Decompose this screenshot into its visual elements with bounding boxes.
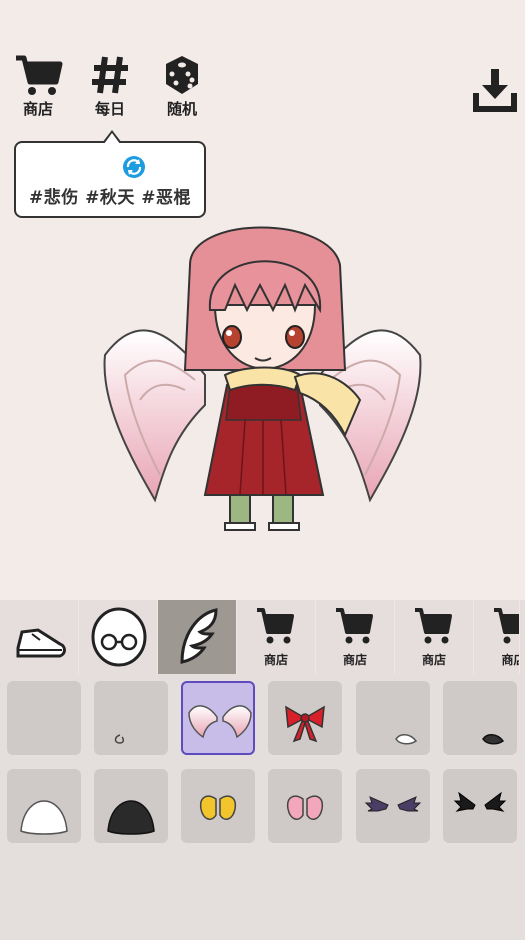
shop-label: 商店 [501,653,519,667]
glasses-face-icon [91,607,147,667]
category-shop-4[interactable]: 商店 [474,600,520,674]
shop-label: 商店 [263,653,288,667]
category-shop-1[interactable]: 商店 [237,600,316,674]
item-black-tail[interactable] [443,681,517,755]
items-panel [0,674,525,940]
category-bar: 商店 商店 商店 商店 [0,600,525,674]
category-wings[interactable] [158,600,237,674]
random-button[interactable]: 随机 [152,52,212,119]
category-shop-3[interactable]: 商店 [395,600,474,674]
wing-icon [180,608,218,664]
item-pink-wings[interactable] [268,769,342,843]
download-icon [473,69,517,112]
item-black-mound[interactable] [94,769,168,843]
daily-button[interactable]: 每日 [80,52,140,119]
black-bat-wings-icon [453,791,507,812]
yellow-wings-icon [199,795,237,820]
item-red-bow[interactable] [268,681,342,755]
hashtag-icon [92,56,128,94]
avatar-character [103,226,422,531]
red-bow-icon [285,705,325,743]
cart-icon [16,55,63,95]
random-label: 随机 [166,100,197,118]
pink-wings-icon [286,795,324,820]
shop-label: 商店 [342,653,367,667]
category-shop-2[interactable]: 商店 [316,600,395,674]
category-shoes[interactable] [0,600,79,674]
category-face[interactable] [79,600,158,674]
angel-wings-icon [188,705,252,739]
white-mound-icon [20,800,68,835]
item-small-curl[interactable] [94,681,168,755]
daily-label: 每日 [94,100,125,118]
item-black-bat-wings[interactable] [443,769,517,843]
shop-button[interactable]: 商店 [8,52,68,119]
refresh-icon[interactable] [122,155,146,179]
curl-icon [114,734,125,744]
item-white-tail[interactable] [356,681,430,755]
black-mound-icon [107,800,155,835]
shop-label: 商店 [421,653,446,667]
download-button[interactable] [472,67,518,117]
black-tail-icon [482,734,505,745]
shop-label: 商店 [22,100,53,118]
item-angel-wings[interactable] [181,681,255,755]
purple-bat-wings-icon [364,796,422,812]
item-white-mound[interactable] [7,769,81,843]
item-yellow-wings[interactable] [181,769,255,843]
shoe-icon [16,628,66,658]
item-purple-bat-wings[interactable] [356,769,430,843]
white-tail-icon [395,734,418,745]
item-none[interactable] [7,681,81,755]
dice-icon [166,56,198,94]
